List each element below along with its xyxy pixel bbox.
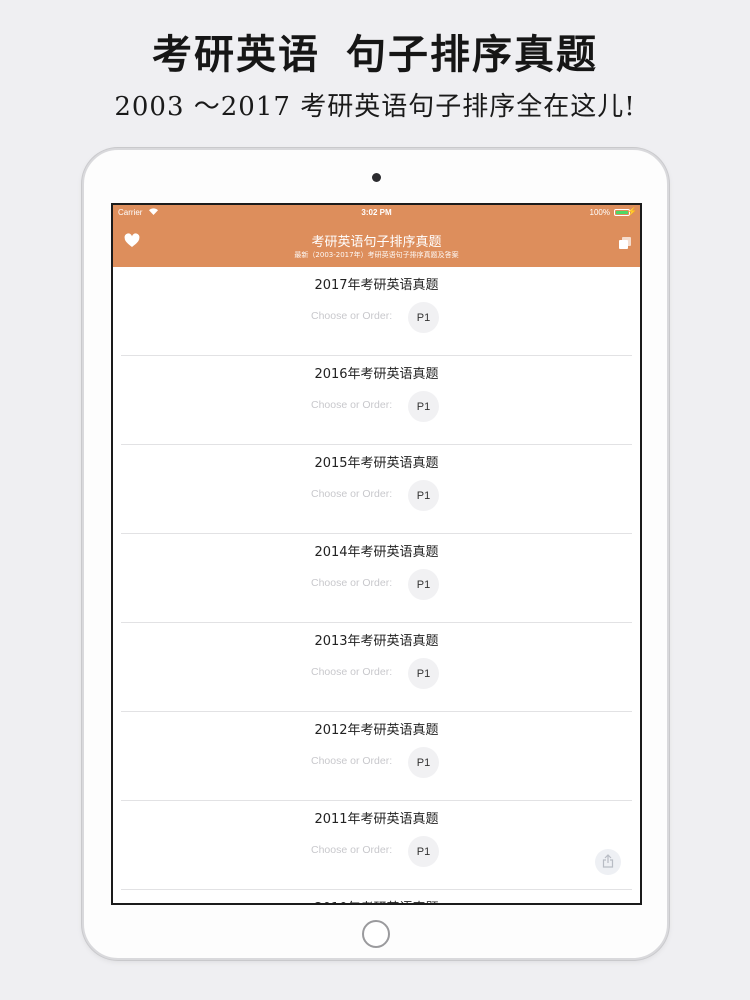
- item-title: 2015年考研英语真题: [314, 456, 439, 471]
- choose-label: Choose or Order:: [311, 577, 393, 589]
- nav-bar: 考研英语句子排序真题 最新（2003-2017年）考研英语句子排序真题及答案: [113, 221, 640, 267]
- item-row: Choose or Order: P1: [121, 391, 632, 422]
- item-title: 2012年考研英语真题: [314, 723, 439, 738]
- status-time: 3:02 PM: [361, 208, 392, 217]
- promo-title-part1: 考研英语: [152, 32, 320, 78]
- choose-label: Choose or Order:: [311, 666, 393, 678]
- item-title: 2017年考研英语真题: [314, 278, 439, 293]
- list-item[interactable]: 2015年考研英语真题 Choose or Order: P1: [121, 445, 632, 534]
- home-button[interactable]: [362, 920, 390, 948]
- copy-icon[interactable]: [618, 235, 632, 249]
- app-screen: Carrier 3:02 PM 100% ⚡ 考研英语句子排序真题 最新（200…: [111, 203, 642, 905]
- p1-button[interactable]: P1: [408, 302, 439, 333]
- item-row: Choose or Order: P1: [121, 480, 632, 511]
- p1-button[interactable]: P1: [408, 480, 439, 511]
- promo-subtitle: 2003 ～2017 考研英语句子排序全在这儿!: [114, 92, 636, 122]
- choose-label: Choose or Order:: [311, 755, 393, 767]
- p1-button[interactable]: P1: [408, 747, 439, 778]
- nav-title: 考研英语句子排序真题: [311, 235, 442, 250]
- item-row: Choose or Order: P1: [121, 836, 632, 867]
- charging-icon: ⚡: [627, 207, 637, 216]
- item-title: 2011年考研英语真题: [314, 812, 439, 827]
- p1-button[interactable]: P1: [408, 836, 439, 867]
- item-title: 2014年考研英语真题: [314, 545, 439, 560]
- promo-title-part2: 句子排序真题: [346, 32, 598, 78]
- ipad-frame: Carrier 3:02 PM 100% ⚡ 考研英语句子排序真题 最新（200…: [82, 148, 669, 960]
- list-item[interactable]: 2012年考研英语真题 Choose or Order: P1: [121, 712, 632, 801]
- choose-label: Choose or Order:: [311, 844, 393, 856]
- p1-button[interactable]: P1: [408, 658, 439, 689]
- list-item[interactable]: 2010年考研英语真题: [121, 890, 632, 903]
- list-item[interactable]: 2014年考研英语真题 Choose or Order: P1: [121, 534, 632, 623]
- item-row: Choose or Order: P1: [121, 747, 632, 778]
- item-row: Choose or Order: P1: [121, 569, 632, 600]
- list-item[interactable]: 2016年考研英语真题 Choose or Order: P1: [121, 356, 632, 445]
- promo-title: 考研英语 句子排序真题: [0, 22, 750, 80]
- item-title: 2010年考研英语真题: [121, 897, 632, 903]
- item-title: 2016年考研英语真题: [314, 367, 439, 382]
- item-title: 2013年考研英语真题: [314, 634, 439, 649]
- status-bar: Carrier 3:02 PM 100% ⚡: [113, 205, 640, 221]
- share-button[interactable]: [595, 849, 621, 875]
- p1-button[interactable]: P1: [408, 569, 439, 600]
- p1-button[interactable]: P1: [408, 391, 439, 422]
- share-icon: [602, 853, 614, 872]
- list-item[interactable]: 2017年考研英语真题 Choose or Order: P1: [121, 267, 632, 356]
- item-row: Choose or Order: P1: [121, 658, 632, 689]
- choose-label: Choose or Order:: [311, 310, 393, 322]
- battery-percent: 100%: [589, 208, 610, 217]
- list-item[interactable]: 2013年考研英语真题 Choose or Order: P1: [121, 623, 632, 712]
- item-row: Choose or Order: P1: [121, 302, 632, 333]
- list-item[interactable]: 2011年考研英语真题 Choose or Order: P1: [121, 801, 632, 890]
- choose-label: Choose or Order:: [311, 488, 393, 500]
- camera: [372, 173, 381, 182]
- choose-label: Choose or Order:: [311, 399, 393, 411]
- nav-subtitle: 最新（2003-2017年）考研英语句子排序真题及答案: [294, 251, 459, 259]
